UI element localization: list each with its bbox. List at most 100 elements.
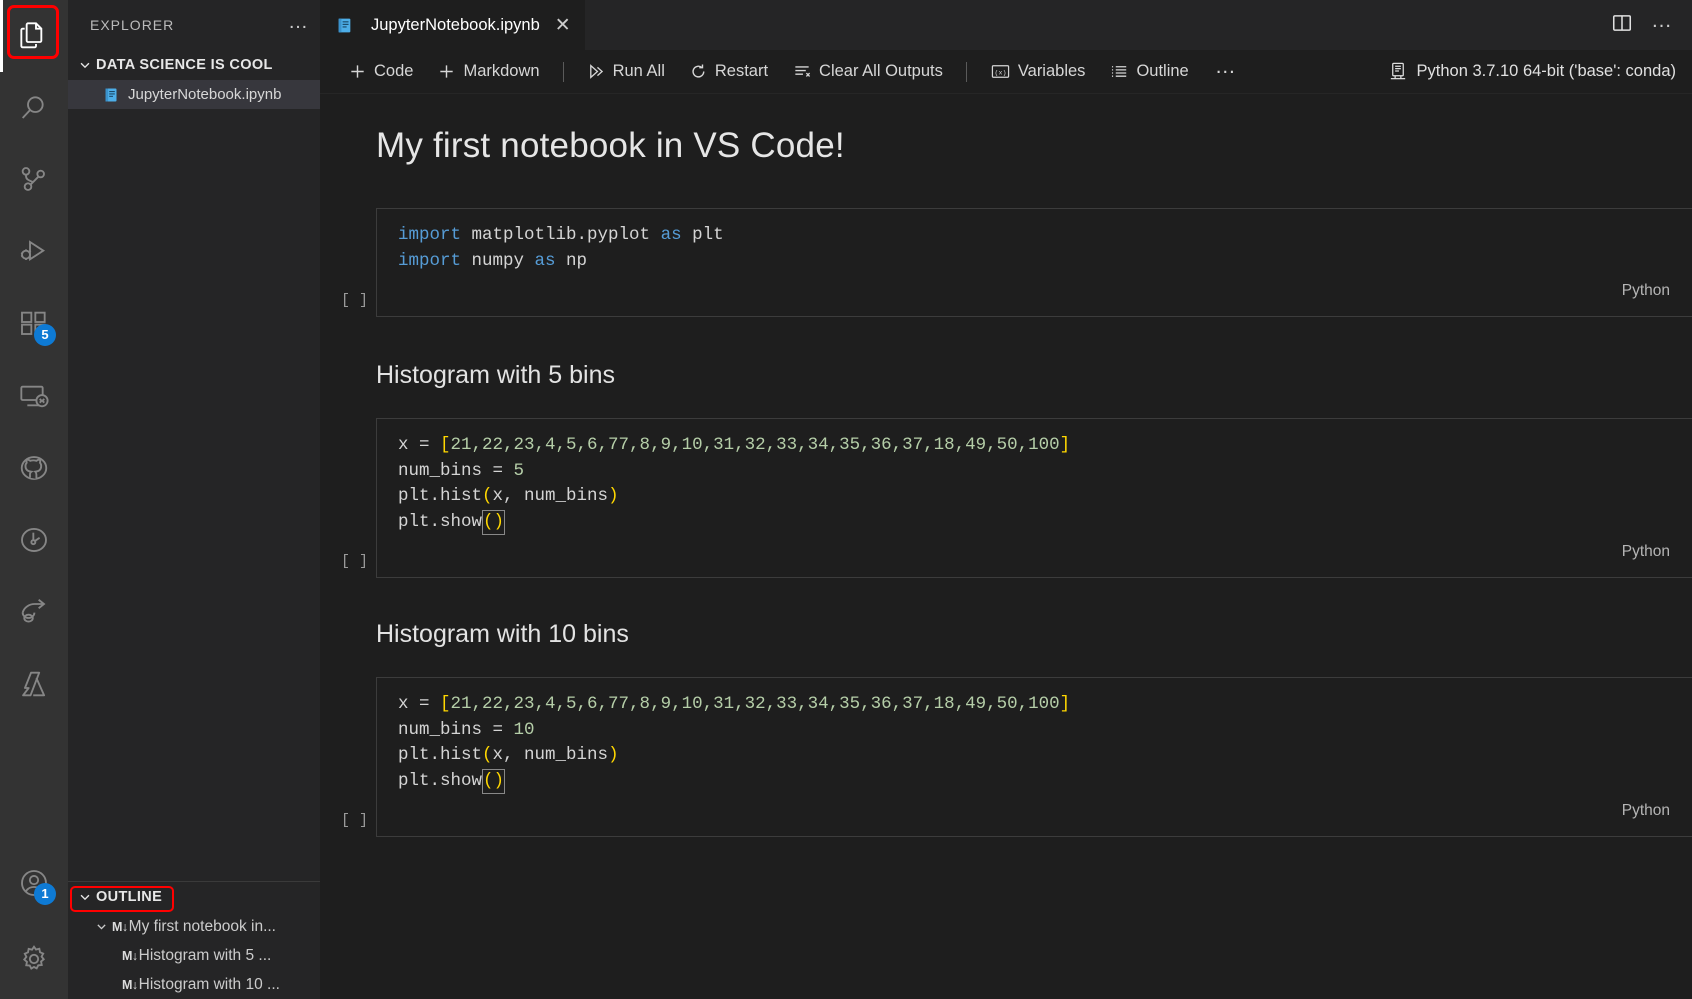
chevron-down-icon — [74, 886, 96, 908]
close-icon[interactable]: ✕ — [555, 16, 571, 35]
outline-section: OUTLINE M↓ My first notebook in... M↓ Hi… — [68, 881, 320, 999]
activity-item-github[interactable] — [0, 432, 68, 504]
add-code-cell-button[interactable]: Code — [336, 59, 425, 84]
code-line: x = [21,22,23,4,5,6,77,8,9,10,31,32,33,3… — [377, 433, 1692, 459]
notebook-toolbar: Code Markdown Run All Restart — [320, 50, 1692, 94]
split-editor-icon[interactable] — [1611, 12, 1633, 39]
code-line: import numpy as np — [377, 249, 1692, 275]
add-code-cell-label: Code — [374, 62, 413, 81]
explorer-body: DATA SCIENCE IS COOL JupyterNotebook.ipy… — [68, 50, 320, 881]
markdown-heading: Histogram with 5 bins — [320, 361, 1692, 390]
kernel-selector[interactable]: Python 3.7.10 64-bit ('base': conda) — [1388, 61, 1692, 82]
outline-item-label: My first notebook in... — [129, 918, 276, 936]
notebook-cell-3[interactable]: Histogram with 10 bins — [320, 620, 1692, 649]
extensions-badge: 5 — [34, 324, 56, 346]
cell-code-editor[interactable]: x = [21,22,23,4,5,6,77,8,9,10,31,32,33,3… — [376, 677, 1692, 837]
cell-execution-gutter[interactable]: [ ] — [320, 208, 376, 317]
cell-code-editor[interactable]: import matplotlib.pyplot as plt import n… — [376, 208, 1692, 317]
workspace-folder-header[interactable]: DATA SCIENCE IS COOL — [68, 50, 320, 80]
activity-item-azure[interactable] — [0, 648, 68, 720]
activity-item-extensions[interactable]: 5 — [0, 288, 68, 360]
cell-row: [ ] x = [21,22,23,4,5,6,77,8,9,10,31,32,… — [320, 418, 1692, 578]
explorer-file-label: JupyterNotebook.ipynb — [128, 86, 281, 103]
run-all-label: Run All — [613, 62, 665, 81]
activity-item-live-share[interactable] — [0, 576, 68, 648]
toolbar-more-icon[interactable]: … — [1201, 63, 1252, 81]
outline-title: OUTLINE — [96, 889, 162, 905]
clock-icon — [18, 524, 50, 556]
outline-item-1[interactable]: M↓ Histogram with 5 ... — [68, 941, 320, 970]
svg-text:(x): (x) — [994, 69, 1006, 77]
tab-JupyterNotebook[interactable]: JupyterNotebook.ipynb ✕ — [320, 0, 585, 50]
tab-label: JupyterNotebook.ipynb — [371, 16, 540, 35]
code-line: plt.hist(x, num_bins) — [377, 743, 1692, 769]
cell-language-label[interactable]: Python — [377, 280, 1692, 306]
notebook-cell-0: [ ] import matplotlib.pyplot as plt impo… — [320, 208, 1692, 317]
toolbar-separator — [563, 62, 564, 82]
restart-label: Restart — [715, 62, 768, 81]
markdown-symbol-icon: M↓ — [122, 949, 138, 963]
explorer-file-JupyterNotebook[interactable]: JupyterNotebook.ipynb — [68, 80, 320, 109]
notebook-cell-2: [ ] x = [21,22,23,4,5,6,77,8,9,10,31,32,… — [320, 418, 1692, 578]
cell-row: [ ] x = [21,22,23,4,5,6,77,8,9,10,31,32,… — [320, 677, 1692, 837]
kernel-label: Python 3.7.10 64-bit ('base': conda) — [1417, 62, 1676, 81]
cell-execution-count: [ ] — [341, 292, 368, 309]
cell-row: [ ] import matplotlib.pyplot as plt impo… — [320, 208, 1692, 317]
restart-button[interactable]: Restart — [677, 59, 780, 84]
chevron-down-icon — [90, 916, 112, 938]
sidebar-more-actions-icon[interactable]: … — [288, 17, 310, 34]
activity-item-search[interactable] — [0, 72, 68, 144]
variables-button[interactable]: (x) Variables — [978, 59, 1098, 84]
sidebar-title: EXPLORER — [90, 17, 288, 33]
cell-execution-gutter[interactable]: [ ] — [320, 418, 376, 578]
notebook-body: My first notebook in VS Code! [ ] import… — [320, 94, 1692, 999]
notebook-file-icon — [102, 86, 119, 103]
accounts-badge: 1 — [34, 883, 56, 905]
notebook-title[interactable]: My first notebook in VS Code! — [320, 94, 1692, 166]
notebook-file-icon — [336, 17, 353, 34]
clear-all-outputs-button[interactable]: Clear All Outputs — [780, 59, 955, 84]
code-line: plt.show() — [377, 510, 1692, 536]
gear-icon — [18, 943, 50, 975]
variables-label: Variables — [1018, 62, 1086, 81]
outline-label: Outline — [1136, 62, 1188, 81]
activity-item-run-and-debug[interactable] — [0, 216, 68, 288]
sidebar-header: EXPLORER … — [68, 0, 320, 50]
variables-icon: (x) — [990, 62, 1011, 81]
outline-item-label: Histogram with 5 ... — [139, 947, 272, 965]
add-markdown-cell-label: Markdown — [463, 62, 539, 81]
cell-language-label[interactable]: Python — [377, 800, 1692, 826]
markdown-heading: Histogram with 10 bins — [320, 620, 1692, 649]
outline-header[interactable]: OUTLINE — [68, 882, 320, 912]
add-markdown-cell-button[interactable]: Markdown — [425, 59, 551, 84]
notebook-cell-4: [ ] x = [21,22,23,4,5,6,77,8,9,10,31,32,… — [320, 677, 1692, 837]
restart-icon — [689, 62, 708, 81]
activity-item-explorer[interactable] — [0, 0, 68, 72]
azure-icon — [18, 668, 50, 700]
cell-code-editor[interactable]: x = [21,22,23,4,5,6,77,8,9,10,31,32,33,3… — [376, 418, 1692, 578]
outline-item-0[interactable]: M↓ My first notebook in... — [68, 912, 320, 941]
cell-language-label[interactable]: Python — [377, 541, 1692, 567]
notebook-cell-1[interactable]: Histogram with 5 bins — [320, 361, 1692, 390]
outline-icon — [1109, 62, 1129, 81]
activity-item-timeline[interactable] — [0, 504, 68, 576]
activity-item-manage[interactable] — [0, 919, 68, 999]
plus-icon — [348, 62, 367, 81]
code-line: x = [21,22,23,4,5,6,77,8,9,10,31,32,33,3… — [377, 692, 1692, 718]
outline-button[interactable]: Outline — [1097, 59, 1200, 84]
tab-bar: JupyterNotebook.ipynb ✕ … — [320, 0, 1692, 50]
code-line: import matplotlib.pyplot as plt — [377, 223, 1692, 249]
markdown-symbol-icon: M↓ — [112, 920, 128, 934]
activity-item-source-control[interactable] — [0, 144, 68, 216]
outline-item-label: Histogram with 10 ... — [139, 976, 280, 994]
cell-execution-gutter[interactable]: [ ] — [320, 677, 376, 837]
ellipsis-icon[interactable]: … — [1651, 17, 1674, 33]
editor-area: JupyterNotebook.ipynb ✕ … Code — [320, 0, 1692, 999]
run-all-button[interactable]: Run All — [575, 59, 677, 84]
activity-item-remote-explorer[interactable] — [0, 360, 68, 432]
code-line: num_bins = 5 — [377, 459, 1692, 485]
vscode-window: 5 — [0, 0, 1692, 999]
run-and-debug-icon — [18, 236, 50, 268]
activity-item-accounts[interactable]: 1 — [0, 847, 68, 919]
outline-item-2[interactable]: M↓ Histogram with 10 ... — [68, 970, 320, 999]
